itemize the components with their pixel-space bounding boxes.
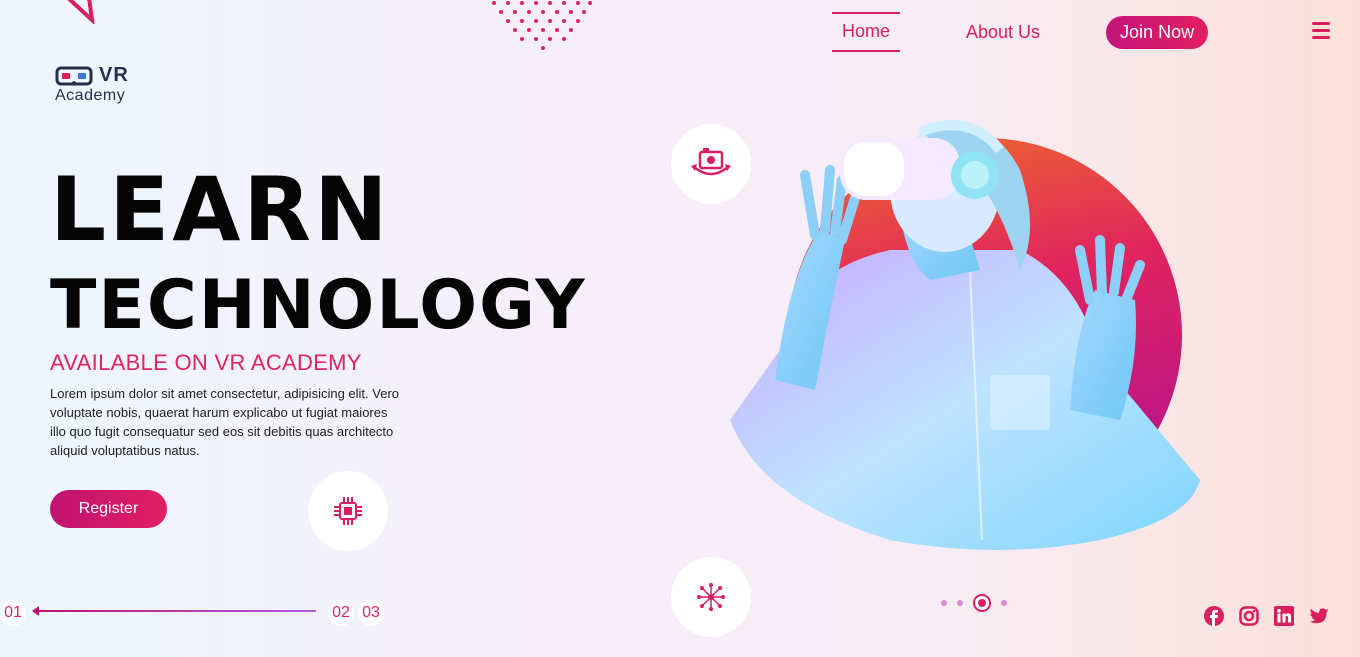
slide-number-current[interactable]: 01 — [0, 600, 26, 626]
pager-dot[interactable] — [957, 600, 963, 606]
chip-icon-badge — [308, 471, 388, 551]
social-links — [1204, 606, 1329, 626]
register-button[interactable]: Register — [50, 490, 167, 528]
hero-subheading: AVAILABLE ON VR ACADEMY — [50, 350, 362, 375]
network-icon — [697, 583, 725, 611]
vr-headset-icon — [55, 66, 93, 85]
pager-dot[interactable] — [1001, 600, 1007, 606]
carousel-pager — [941, 594, 1007, 612]
hero-vr-woman-image — [730, 120, 1200, 550]
pager-dot[interactable] — [941, 600, 947, 606]
chip-icon — [334, 497, 362, 525]
slide-number-2[interactable]: 02 — [328, 600, 354, 626]
hero-paragraph: Lorem ipsum dolor sit amet consectetur, … — [50, 386, 400, 458]
linkedin-icon[interactable] — [1274, 606, 1294, 626]
instagram-icon[interactable] — [1239, 606, 1259, 626]
logo[interactable]: VR Academy — [55, 64, 129, 105]
nav-home-link[interactable]: Home — [832, 12, 900, 52]
facebook-icon[interactable] — [1204, 606, 1224, 626]
triangle-decoration — [67, 0, 95, 24]
pager-dot-active[interactable] — [973, 594, 991, 612]
dots-decoration — [492, 1, 592, 50]
logo-subtitle: Academy — [55, 87, 126, 104]
hamburger-menu-icon[interactable] — [1312, 22, 1330, 43]
logo-title: VR — [99, 64, 129, 86]
network-icon-badge — [671, 557, 751, 637]
slide-progress: 01 02 03 — [0, 598, 400, 626]
headline-learn: LEARN — [50, 158, 391, 261]
slide-progress-line — [36, 610, 316, 612]
nav-about-link[interactable]: About Us — [966, 22, 1040, 43]
headline-technology: TECHNOLOGY — [50, 266, 587, 345]
join-now-button[interactable]: Join Now — [1106, 15, 1209, 49]
twitter-icon[interactable] — [1309, 606, 1329, 626]
slide-number-3[interactable]: 03 — [358, 600, 384, 626]
main-nav: Home About Us Join Now — [832, 12, 1209, 52]
